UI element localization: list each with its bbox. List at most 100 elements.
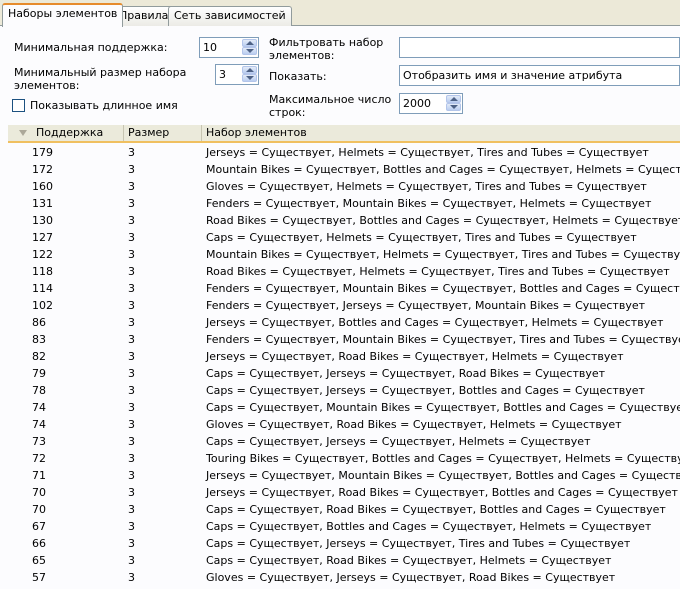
table-row[interactable]: 83 3 Fenders = Существует, Mountain Bikes … (8, 331, 680, 348)
cell-size: 3 (128, 520, 135, 533)
cell-size: 3 (128, 333, 135, 346)
cell-itemset: Jerseys = Существует, Road Bikes = Сущес… (206, 486, 678, 499)
cell-itemset: Mountain Bikes = Существует, Helmets = С… (206, 248, 680, 261)
table-row[interactable]: 131 3 Fenders = Существует, Mountain Bikes… (8, 195, 680, 212)
cell-support: 102 (32, 299, 53, 312)
table-row[interactable]: 172 3 Mountain Bikes = Существует, Bottles… (8, 161, 680, 178)
cell-size: 3 (128, 367, 135, 380)
tab-itemsets[interactable]: Наборы элементов (2, 3, 124, 27)
column-header-itemset[interactable]: Набор элементов (202, 125, 680, 141)
show-label: Показать: (269, 70, 327, 83)
cell-itemset: Caps = Существует, Road Bikes = Существу… (206, 503, 666, 516)
cell-size: 3 (128, 384, 135, 397)
max-rows-stepper[interactable]: 2000 (399, 93, 463, 114)
table-row[interactable]: 67 3 Caps = Существует, Bottles and Cages … (8, 518, 680, 535)
cell-support: 86 (32, 316, 46, 329)
cell-itemset: Fenders = Существует, Jerseys = Существу… (206, 299, 646, 312)
cell-size: 3 (128, 231, 135, 244)
table-row[interactable]: 70 3 Jerseys = Существует, Road Bikes = Су… (8, 484, 680, 501)
table-row[interactable]: 122 3 Mountain Bikes = Существует, Helmets… (8, 246, 680, 263)
cell-size: 3 (128, 418, 135, 431)
cell-support: 130 (32, 214, 53, 227)
table-row[interactable]: 130 3 Road Bikes = Существует, Bottles and… (8, 212, 680, 229)
cell-itemset: Jerseys = Существует, Helmets = Существу… (206, 146, 649, 159)
table-row[interactable]: 160 3 Gloves = Существует, Helmets = Сущес… (8, 178, 680, 195)
max-rows-label: Максимальное число строк: (269, 93, 392, 119)
filter-label: Фильтровать набор элементов: (269, 36, 384, 62)
table-row[interactable]: 72 3 Touring Bikes = Существует, Bottles a… (8, 450, 680, 467)
table-row[interactable]: 82 3 Jerseys = Существует, Road Bikes = Су… (8, 348, 680, 365)
cell-itemset: Jerseys = Существует, Bottles and Cages … (206, 316, 664, 329)
cell-size: 3 (128, 316, 135, 329)
cell-itemset: Caps = Существует, Helmets = Существует,… (206, 231, 637, 244)
spin-down-icon[interactable] (242, 47, 257, 55)
cell-size: 3 (128, 214, 135, 227)
show-long-name-checkbox[interactable] (12, 99, 25, 112)
cell-size: 3 (128, 299, 135, 312)
spin-up-icon[interactable] (242, 66, 257, 74)
cell-support: 79 (32, 367, 46, 380)
cell-itemset: Jerseys = Существует, Mountain Bikes = С… (206, 469, 680, 482)
cell-support: 78 (32, 384, 46, 397)
table-row[interactable]: 66 3 Caps = Существует, Jerseys = Существу… (8, 535, 680, 552)
column-header-size[interactable]: Размер (124, 125, 202, 141)
table-row[interactable]: 73 3 Caps = Существует, Jerseys = Существу… (8, 433, 680, 450)
cell-support: 127 (32, 231, 53, 244)
tab-dependency-network[interactable]: Сеть зависимостей (168, 6, 292, 26)
table-row[interactable]: 74 3 Caps = Существует, Mountain Bikes = С… (8, 399, 680, 416)
show-dropdown[interactable]: Отобразить имя и значение атрибута (399, 65, 680, 86)
table-row[interactable]: 118 3 Road Bikes = Существует, Helmets = С… (8, 263, 680, 280)
show-long-name-label: Показывать длинное имя (30, 99, 178, 112)
itemsets-panel: Минимальная поддержка: 10 Минимальный ра… (0, 26, 680, 589)
cell-itemset: Caps = Существует, Road Bikes = Существу… (206, 554, 612, 567)
spin-up-icon[interactable] (446, 95, 461, 103)
table-row[interactable]: 70 3 Caps = Существует, Road Bikes = Сущес… (8, 501, 680, 518)
cell-support: 73 (32, 435, 46, 448)
cell-itemset: Road Bikes = Существует, Bottles and Cag… (206, 214, 680, 227)
table-row[interactable]: 71 3 Jerseys = Существует, Mountain Bikes … (8, 467, 680, 484)
table-row[interactable]: 102 3 Fenders = Существует, Jerseys = Суще… (8, 297, 680, 314)
cell-size: 3 (128, 265, 135, 278)
cell-support: 74 (32, 401, 46, 414)
cell-support: 57 (32, 571, 46, 584)
table-row[interactable]: 74 3 Gloves = Существует, Road Bikes = Сущ… (8, 416, 680, 433)
table-row[interactable]: 179 3 Jerseys = Существует, Helmets = Суще… (8, 144, 680, 161)
spin-down-icon[interactable] (242, 74, 257, 82)
grid-header: Поддержка Размер Набор элементов (8, 125, 680, 143)
column-header-support[interactable]: Поддержка (8, 125, 124, 141)
spin-down-icon[interactable] (446, 103, 461, 111)
min-itemset-size-stepper[interactable]: 3 (215, 64, 259, 85)
cell-size: 3 (128, 197, 135, 210)
cell-itemset: Gloves = Существует, Road Bikes = Сущест… (206, 418, 622, 431)
table-row[interactable]: 79 3 Caps = Существует, Jerseys = Существу… (8, 365, 680, 382)
cell-size: 3 (128, 163, 135, 176)
table-row[interactable]: 86 3 Jerseys = Существует, Bottles and Cag… (8, 314, 680, 331)
cell-size: 3 (128, 401, 135, 414)
cell-itemset: Caps = Существует, Bottles and Cages = С… (206, 520, 652, 533)
cell-itemset: Caps = Существует, Jerseys = Существует,… (206, 367, 606, 380)
max-rows-value: 2000 (403, 97, 431, 110)
cell-support: 114 (32, 282, 53, 295)
cell-size: 3 (128, 469, 135, 482)
table-row[interactable]: 78 3 Caps = Существует, Jerseys = Существу… (8, 382, 680, 399)
cell-support: 71 (32, 469, 46, 482)
cell-support: 74 (32, 418, 46, 431)
table-row[interactable]: 65 3 Caps = Существует, Road Bikes = Сущес… (8, 552, 680, 569)
cell-support: 172 (32, 163, 53, 176)
cell-size: 3 (128, 180, 135, 193)
min-support-stepper[interactable]: 10 (199, 37, 259, 58)
table-row[interactable]: 127 3 Caps = Существует, Helmets = Существ… (8, 229, 680, 246)
column-header-support-label: Поддержка (36, 126, 104, 139)
cell-size: 3 (128, 350, 135, 363)
filter-input[interactable] (399, 37, 680, 58)
cell-size: 3 (128, 435, 135, 448)
cell-itemset: Fenders = Существует, Mountain Bikes = С… (206, 197, 652, 210)
min-itemset-size-value: 3 (219, 68, 226, 81)
table-row[interactable]: 114 3 Fenders = Существует, Mountain Bikes… (8, 280, 680, 297)
cell-itemset: Gloves = Существует, Jerseys = Существуе… (206, 571, 616, 584)
cell-support: 131 (32, 197, 53, 210)
spin-up-icon[interactable] (242, 39, 257, 47)
cell-support: 66 (32, 537, 46, 550)
table-row[interactable]: 57 3 Gloves = Существует, Jerseys = Сущест… (8, 569, 680, 586)
cell-size: 3 (128, 571, 135, 584)
